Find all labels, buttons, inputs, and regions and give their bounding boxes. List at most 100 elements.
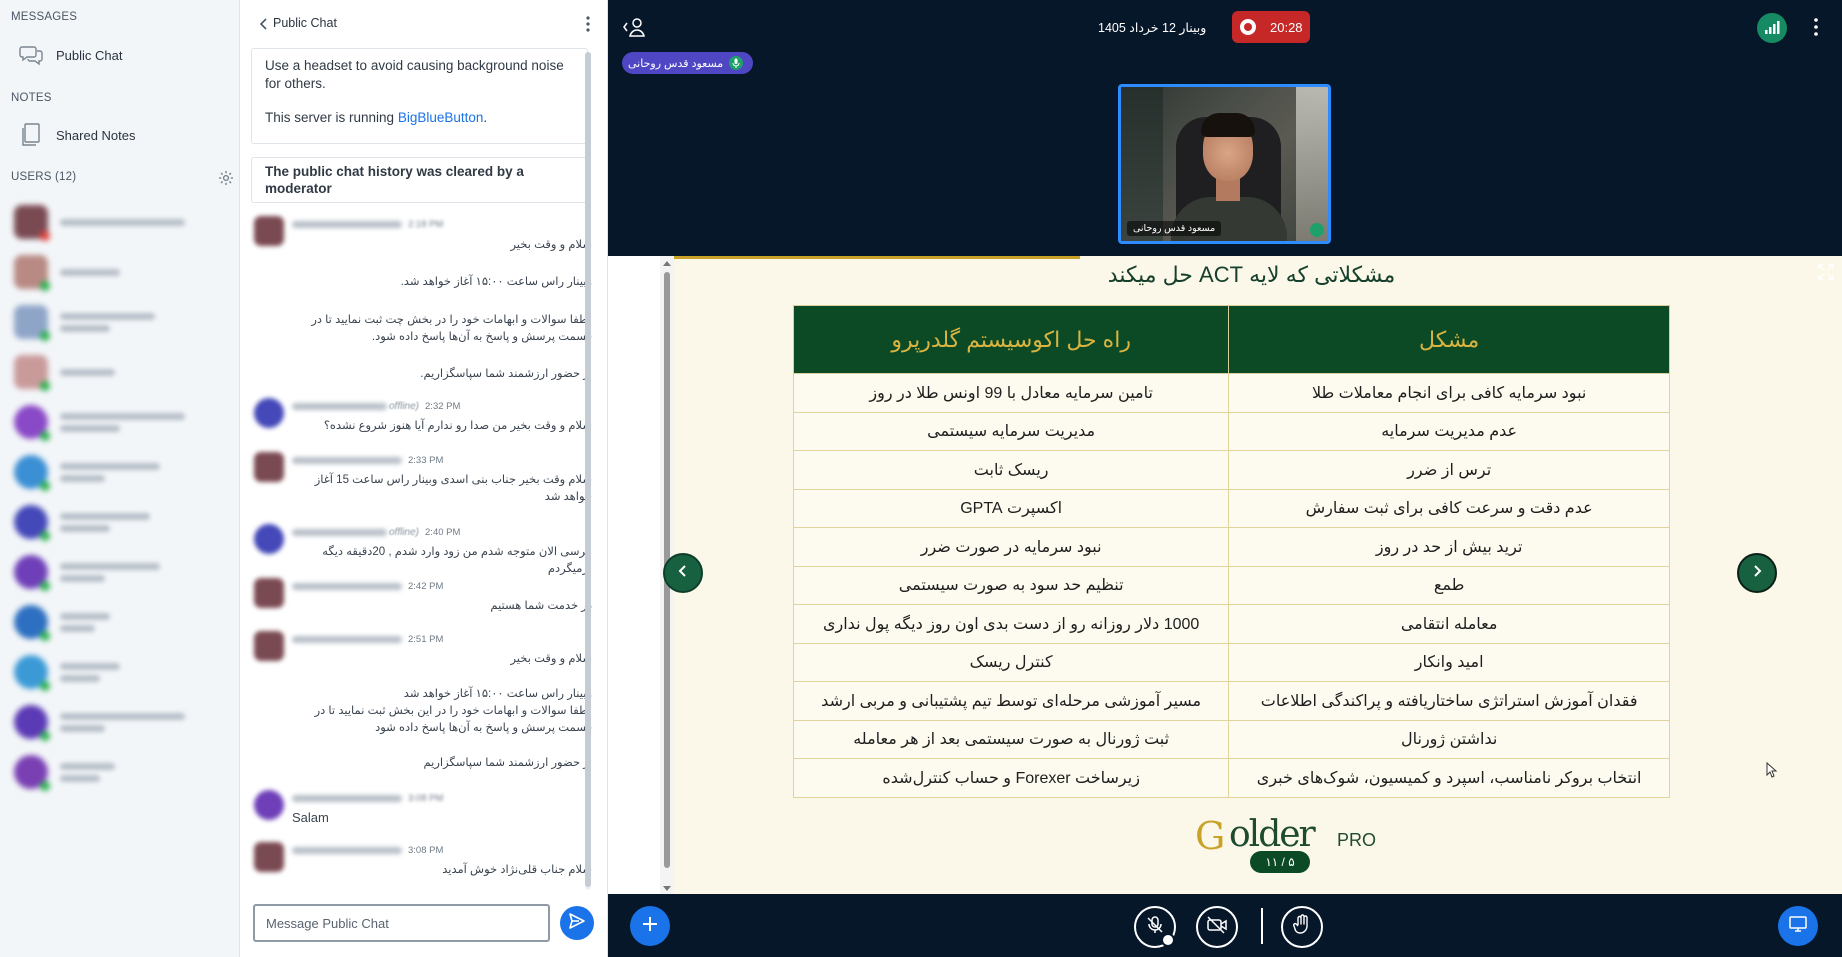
chevron-right-icon [1750,564,1764,583]
toolbar-divider [1261,908,1263,944]
webcam-video[interactable]: مسعود قدس روحانی [1118,84,1331,244]
chat-message-text: سلام و وقت بخیر [510,653,592,665]
chat-message-text: سلام و وقت بخیر [510,239,592,251]
sidebar-item-shared-notes[interactable]: Shared Notes [18,118,228,152]
mic-icon [729,56,744,70]
chat-cleared-notice: The public chat history was cleared by a… [251,157,588,203]
avatar [254,631,284,661]
mute-button[interactable] [1134,906,1176,948]
signal-icon[interactable] [1757,13,1787,43]
welcome-text: . [483,110,488,125]
actions-button[interactable] [630,906,670,946]
welcome-text: Use a headset to avoid causing backgroun… [265,58,564,91]
user-list-item[interactable] [14,552,229,592]
camera-button[interactable] [1196,906,1238,948]
user-list-item[interactable] [14,752,229,792]
public-chat-panel: Public Chat Use a headset to avoid causi… [240,0,608,957]
avatar [14,705,50,741]
chat-message-text: سلام وقت بخیر جناب بنی اسدی وبینار راس س… [314,474,592,503]
table-row: ترس از ضرر ریسک ثابت [792,450,1670,490]
table-header-row: مشکل راه حل اکوسیستم گلدرپرو [792,305,1670,374]
avatar [254,842,284,872]
user-list-item[interactable] [14,302,229,342]
raise-hand-button[interactable] [1281,906,1323,948]
webcam-user-name[interactable]: مسعود قدس روحانی [1127,221,1222,236]
chat-message-input[interactable] [253,904,550,942]
table-row: فقدان آموزش استراتژی ساختاریافته و پراکن… [792,681,1670,721]
message-time: 3:08 PM [408,844,444,856]
chat-message-text: در خدمت شما هستیم [490,600,592,612]
mouse-cursor-icon [1766,761,1778,778]
talker-name: مسعود قدس روحانی [628,57,724,70]
user-list-item[interactable] [14,502,229,542]
slide-page-indicator: ۱۱ / ۵ [1250,851,1310,873]
chevron-left-icon[interactable] [254,14,274,34]
offline-label: offline) [389,526,420,538]
chevron-left-icon [676,564,690,583]
solution-cell: 1000 دلار روزانه رو از دست بدی اون روز د… [792,604,1230,644]
problem-cell: نبود سرمایه کافی برای انجام معاملات طلا [1228,373,1670,413]
avatar [14,655,50,691]
problem-cell: ترید بیش از حد در روز [1228,527,1670,567]
table-row: عدم مدیریت سرمایه مدیریت سرمایه سیستمی [792,411,1670,451]
record-icon [1240,19,1256,35]
send-button[interactable] [560,906,594,940]
avatar [254,398,284,428]
column-header-solution: راه حل اکوسیستم گلدرپرو [792,305,1230,374]
user-list-item[interactable] [14,702,229,742]
chat-message-text: وبینار راس ساعت ۱۵:۰۰ آغاز خواهد شد. [400,276,592,288]
next-slide-button[interactable] [1737,553,1777,593]
user-list-item[interactable] [14,402,229,442]
problem-cell: انتخاب بروکر نامناسب، اسپرد و کمیسیون، ش… [1228,758,1670,798]
solution-cell: نبود سرمایه در صورت ضرر [792,527,1230,567]
table-row: نبود سرمایه کافی برای انجام معاملات طلا ت… [792,373,1670,413]
offline-label: offline) [389,400,420,412]
message-time: 2:42 PM [408,580,444,592]
table-row: معامله انتقامی 1000 دلار روزانه رو از دست… [792,604,1670,644]
avatar [14,405,50,441]
fullscreen-icon[interactable] [1818,264,1834,280]
user-list-item[interactable] [14,452,229,492]
user-list-item[interactable] [14,352,229,392]
sidebar-item-label: Shared Notes [56,127,136,143]
table-row: عدم دقت و سرعت کافی برای ثبت سفارش اکسپرت… [792,488,1670,528]
bigbluebutton-link[interactable]: BigBlueButton [398,110,484,125]
solution-cell: مسیر آموزشی مرحله‌ای توسط تیم پشتیبانی و… [792,681,1230,721]
column-header-problem: مشکل [1228,305,1670,374]
user-list-item[interactable] [14,602,229,642]
problem-cell: عدم مدیریت سرمایه [1228,411,1670,451]
recording-time: 20:28 [1270,19,1303,35]
previous-slide-button[interactable] [663,553,703,593]
users-section-title: USERS (12) [11,171,77,183]
gear-icon[interactable] [218,170,234,186]
user-list-item[interactable] [14,202,229,242]
notes-icon [18,122,44,148]
presentation-toggle-button[interactable] [1778,906,1818,946]
recording-button[interactable]: 20:28 [1232,11,1310,43]
chat-message-text: سلام جناب قلی‌نژاد خوش آمدید [442,864,592,876]
solution-cell: ریسک ثابت [792,450,1230,490]
solution-cell: تنظیم حد سود به صورت سیستمی [792,565,1230,605]
user-list-item[interactable] [14,252,229,292]
chat-message-text: سلام و وقت بخیر من صدا رو ندارم آیا هنوز… [323,420,592,432]
talking-indicator[interactable]: مسعود قدس روحانی [622,52,754,74]
solution-cell: ثبت ژورنال به صورت سیستمی بعد از هر معام… [792,719,1230,759]
user-toggle-icon[interactable] [622,16,646,38]
problem-cell: نداشتن ژورنال [1228,719,1670,759]
avatar [14,455,50,491]
slide-table: مشکل راه حل اکوسیستم گلدرپرو نبود سرمایه… [792,305,1670,798]
solution-cell: تامین سرمایه معادل با 99 اونس طلا در روز [792,373,1230,413]
chat-message-text: مرسی الان متوجه شدم من زود وارد شدم , 20… [322,546,592,575]
chat-scrollbar[interactable] [585,52,591,890]
solution-cell: اکسپرت GPTA [792,488,1230,528]
avatar [254,790,284,820]
mic-icon [1310,223,1324,237]
messages-section-title: MESSAGES [11,11,78,23]
sidebar-item-public-chat[interactable]: Public Chat [18,38,228,72]
problem-cell: طمع [1228,565,1670,605]
kebab-icon[interactable] [1808,16,1824,38]
notes-section-title: NOTES [11,92,52,104]
user-list-item[interactable] [14,652,229,692]
chat-bubbles-icon [18,42,44,68]
kebab-icon[interactable] [578,14,598,34]
